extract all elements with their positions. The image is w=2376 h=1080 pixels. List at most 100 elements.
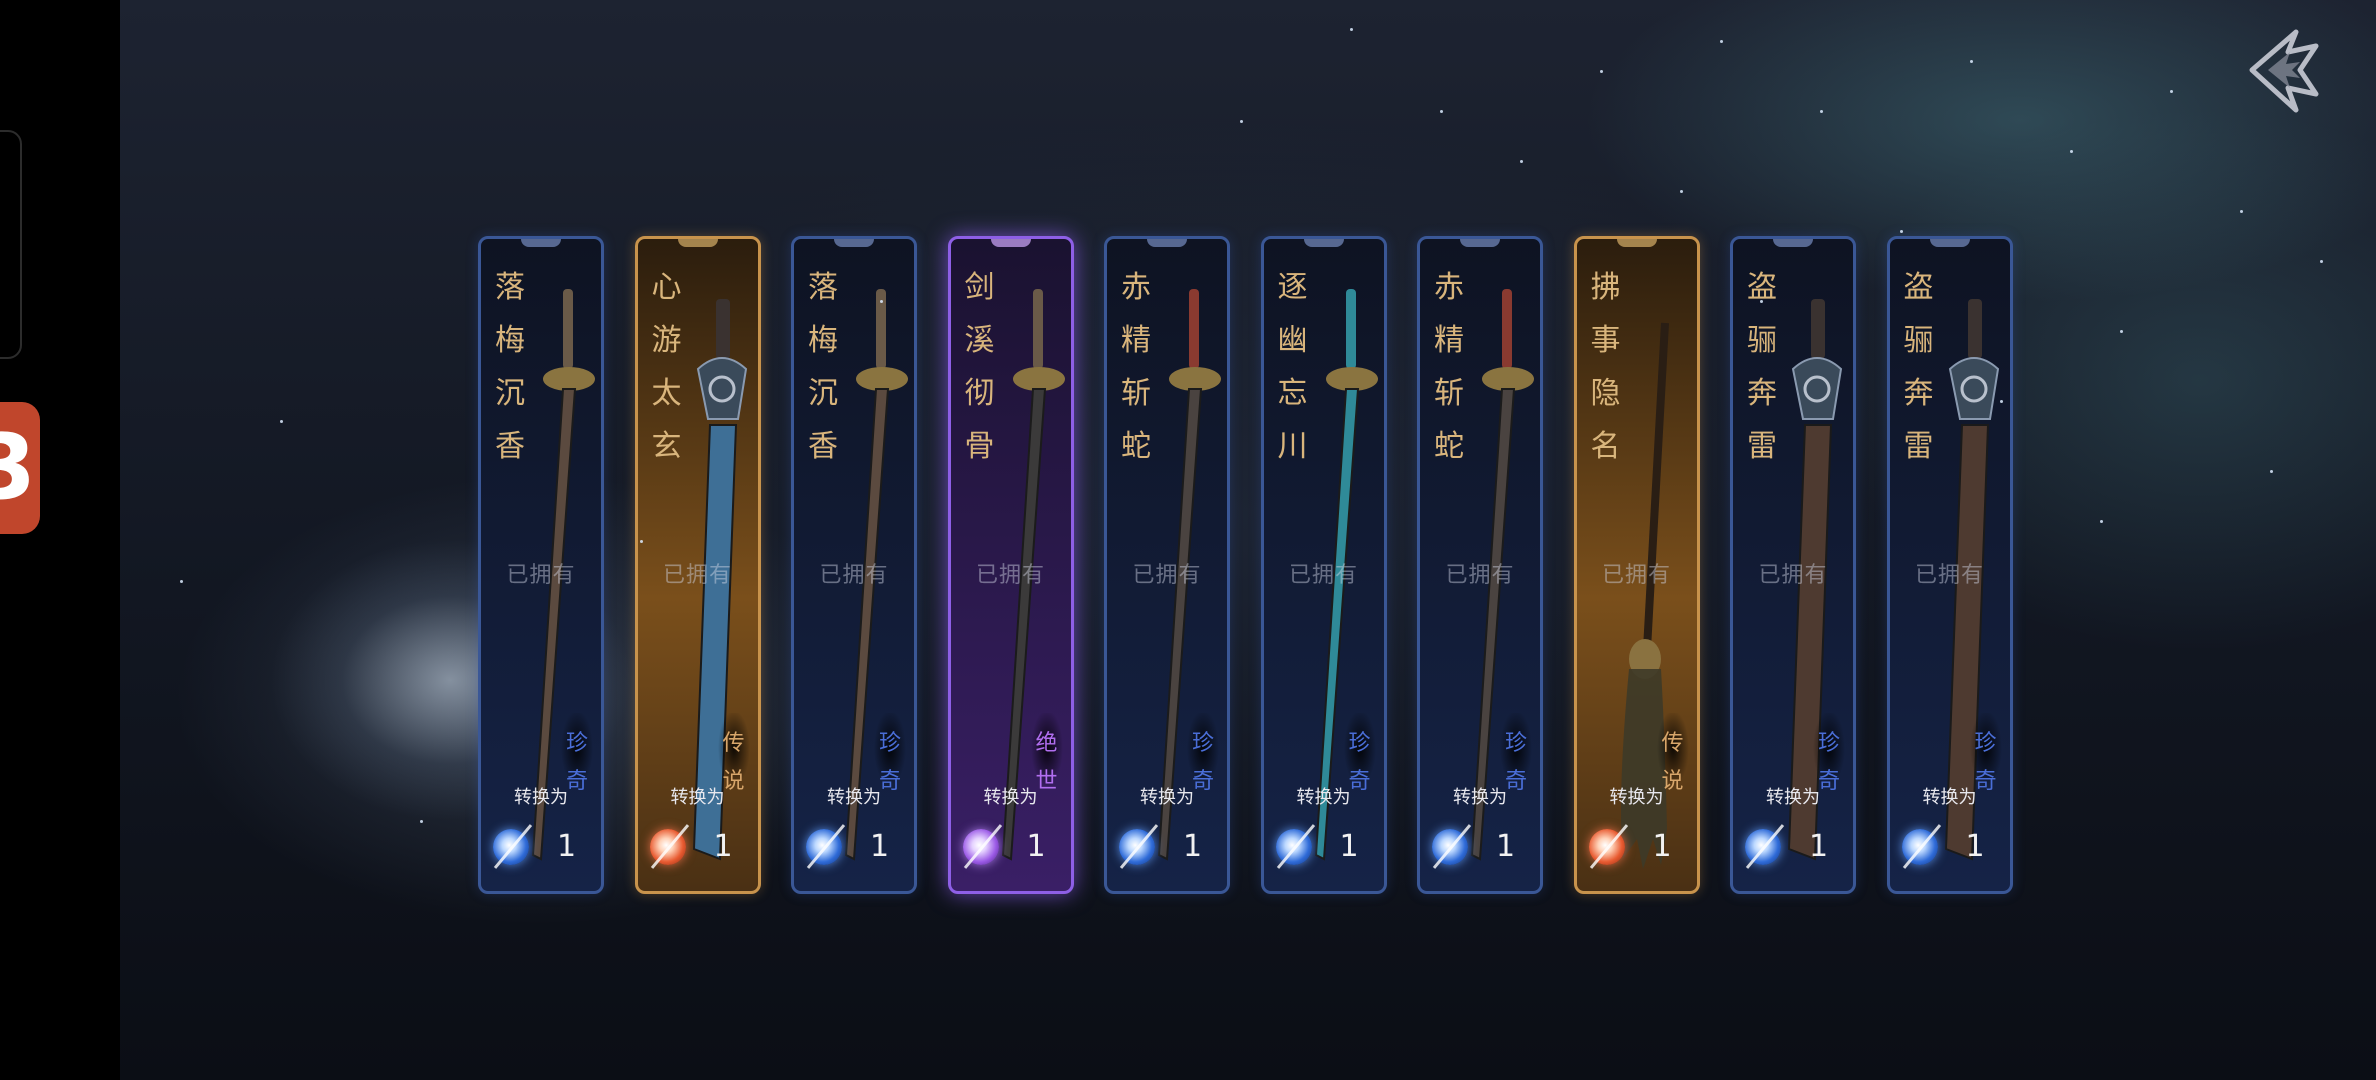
weapon-card[interactable]: 逐幽忘川已拥有珍奇转换为 1 xyxy=(1260,236,1387,894)
rarity-char: 珍 xyxy=(878,731,901,756)
spirit-gem-icon xyxy=(1588,829,1625,865)
rarity-char: 珍 xyxy=(1191,731,1214,756)
weapon-card[interactable]: 盗骊奔雷已拥有珍奇转换为 1 xyxy=(1730,236,1856,894)
convert-label: 转换为 xyxy=(1922,787,1977,808)
gem-count: 1 xyxy=(1183,829,1203,864)
weapon-name-char: 隐 xyxy=(1590,376,1621,411)
weapon-name-char: 赤 xyxy=(1121,270,1151,305)
weapon-name: 落梅沉香 xyxy=(807,261,839,473)
star xyxy=(1350,28,1353,31)
star xyxy=(1820,110,1823,113)
weapon-name-char: 落 xyxy=(495,270,525,305)
star xyxy=(2120,330,2123,333)
weapon-name: 赤精斩蛇 xyxy=(1433,261,1465,473)
star xyxy=(1970,60,1973,63)
rarity-char: 珍 xyxy=(565,731,588,756)
weapon-name: 拂事隐名 xyxy=(1590,261,1622,473)
weapon-card[interactable]: 落梅沉香已拥有珍奇转换为 1 xyxy=(478,236,604,894)
convert-label: 转换为 xyxy=(983,787,1038,808)
back-arrow-icon[interactable] xyxy=(2244,24,2324,120)
owned-label: 已拥有 xyxy=(1758,563,1828,588)
spirit-gem-icon xyxy=(1901,829,1938,865)
star xyxy=(2170,90,2173,93)
gem-count: 1 xyxy=(1496,829,1516,864)
weapon-name: 赤精斩蛇 xyxy=(1120,261,1152,473)
weapon-name-char: 盗 xyxy=(1747,270,1777,305)
weapon-name-char: 忘 xyxy=(1277,376,1308,411)
weapon-name: 剑溪彻骨 xyxy=(964,261,996,473)
weapon-name-char: 逐 xyxy=(1277,270,1308,305)
weapon-name-char: 溪 xyxy=(964,323,995,358)
star xyxy=(1720,40,1723,43)
gem-count: 1 xyxy=(1965,829,1985,864)
gem-count: 1 xyxy=(1652,829,1672,864)
star xyxy=(880,300,883,303)
owned-label: 已拥有 xyxy=(1914,563,1984,588)
weapon-name-char: 幽 xyxy=(1277,323,1308,358)
weapon-card[interactable]: 心游太玄已拥有传说转换为 1 xyxy=(634,236,761,894)
star xyxy=(280,420,283,423)
weapon-name-char: 落 xyxy=(808,270,838,305)
convert-label: 转换为 xyxy=(670,787,725,808)
star xyxy=(2270,470,2273,473)
app-badge-icon: 3 xyxy=(0,402,40,534)
weapon-name-char: 雷 xyxy=(1903,429,1934,464)
weapon-name: 心游太玄 xyxy=(651,261,683,473)
convert-label: 转换为 xyxy=(1453,787,1507,808)
rarity-char: 珍 xyxy=(1817,731,1840,756)
weapon-name-char: 盗 xyxy=(1903,270,1934,305)
weapon-name: 逐幽忘川 xyxy=(1277,261,1309,473)
weapon-card[interactable]: 赤精斩蛇已拥有珍奇转换为 1 xyxy=(1417,236,1543,894)
convert-label: 转换为 xyxy=(1296,787,1351,808)
weapon-name-char: 赤 xyxy=(1434,270,1464,305)
gem-count: 1 xyxy=(1339,829,1359,864)
weapon-card[interactable]: 落梅沉香已拥有珍奇转换为 1 xyxy=(791,236,917,894)
rarity-char: 珍 xyxy=(1504,731,1527,756)
starfield-background: 落梅沉香已拥有珍奇转换为 1 心游太玄已拥有传说转换为 1 落梅沉香已拥有珍奇转换为… xyxy=(120,0,2376,1080)
weapon-name-char: 剑 xyxy=(964,270,995,305)
star xyxy=(2000,400,2003,403)
gem-count: 1 xyxy=(557,829,577,864)
gem-count: 1 xyxy=(713,829,733,864)
star xyxy=(1900,230,1903,233)
weapon-name-char: 沉 xyxy=(495,376,525,411)
star xyxy=(1240,120,1243,123)
spirit-gem-icon xyxy=(806,829,842,865)
weapon-name-char: 斩 xyxy=(1434,376,1464,411)
weapon-name-char: 精 xyxy=(1434,323,1464,358)
owned-label: 已拥有 xyxy=(975,563,1045,588)
weapon-name-char: 香 xyxy=(495,429,525,464)
weapon-name-char: 梅 xyxy=(808,323,838,358)
weapon-name-char: 太 xyxy=(651,376,682,411)
weapon-name-char: 奔 xyxy=(1747,376,1777,411)
weapon-name: 盗骊奔雷 xyxy=(1746,261,1778,473)
convert-label: 转换为 xyxy=(827,787,881,808)
star xyxy=(2070,150,2073,153)
weapon-name-char: 名 xyxy=(1590,429,1621,464)
star xyxy=(180,580,183,583)
gem-count: 1 xyxy=(870,829,890,864)
weapon-name-char: 游 xyxy=(651,323,682,358)
convert-label: 转换为 xyxy=(514,787,568,808)
rarity-char: 绝 xyxy=(1035,731,1058,756)
spirit-gem-icon xyxy=(1275,829,1312,865)
owned-label: 已拥有 xyxy=(1288,563,1358,588)
weapon-name: 落梅沉香 xyxy=(494,261,526,473)
weapon-name-char: 骊 xyxy=(1747,323,1777,358)
spirit-gem-icon xyxy=(1745,829,1781,865)
weapon-name-char: 精 xyxy=(1121,323,1151,358)
weapon-name-char: 玄 xyxy=(651,429,682,464)
weapon-card[interactable]: 拂事隐名已拥有传说转换为 1 xyxy=(1573,236,1700,894)
weapon-card[interactable]: 剑溪彻骨已拥有绝世转换为 1 xyxy=(947,236,1074,894)
rarity-char: 珍 xyxy=(1348,731,1371,756)
weapon-name-char: 奔 xyxy=(1903,376,1934,411)
weapon-name-char: 蛇 xyxy=(1121,429,1151,464)
convert-label: 转换为 xyxy=(1766,787,1820,808)
spirit-gem-icon xyxy=(649,829,686,865)
weapon-card[interactable]: 盗骊奔雷已拥有珍奇转换为 1 xyxy=(1886,236,2013,894)
gem-count: 1 xyxy=(1026,829,1046,864)
star xyxy=(2240,210,2243,213)
weapon-card[interactable]: 赤精斩蛇已拥有珍奇转换为 1 xyxy=(1104,236,1230,894)
weapon-name-char: 梅 xyxy=(495,323,525,358)
weapon-name-char: 彻 xyxy=(964,376,995,411)
